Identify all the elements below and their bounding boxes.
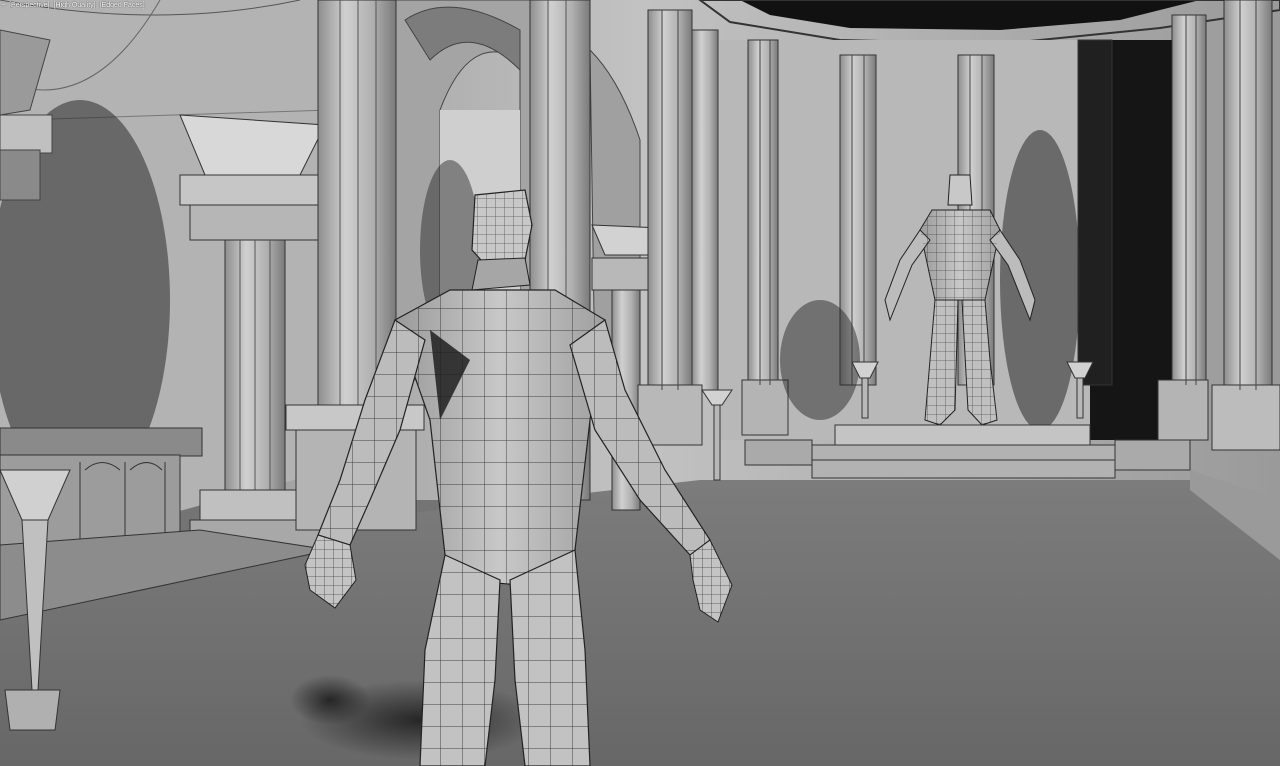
viewport-general-menu[interactable]: + bbox=[0, 0, 6, 11]
viewport-label-bar: + [Perspective] [High Quality] [Edged Fa… bbox=[0, 0, 146, 11]
viewport-shading-menu[interactable]: [High Quality] bbox=[53, 0, 97, 11]
3d-viewport[interactable]: + [Perspective] [High Quality] [Edged Fa… bbox=[0, 0, 1280, 766]
viewport-edges-menu[interactable]: [Edged Faces] bbox=[99, 0, 146, 11]
viewport-point-of-view-menu[interactable]: [Perspective] bbox=[8, 0, 50, 11]
viewport-scene[interactable] bbox=[0, 0, 1280, 766]
